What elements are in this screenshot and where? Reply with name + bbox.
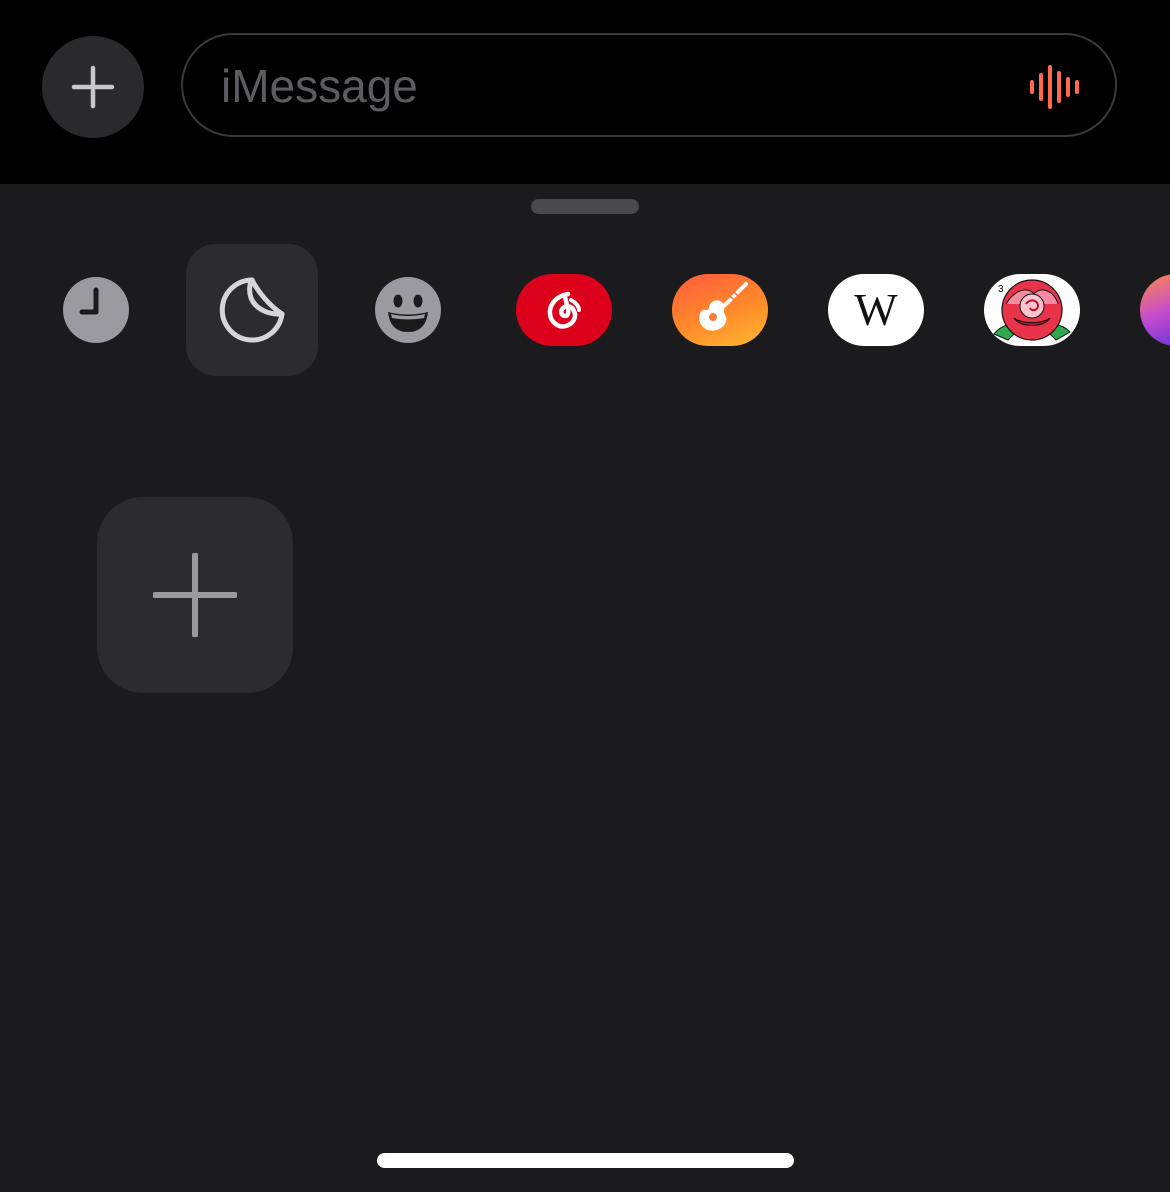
waveform-icon [1030, 65, 1079, 109]
app-color-by-number[interactable]: 3 [984, 244, 1080, 376]
plus-icon [153, 553, 237, 637]
netease-music-icon [516, 274, 612, 346]
wikipedia-icon: W [828, 274, 924, 346]
gradient-app-icon [1140, 274, 1170, 346]
message-field [181, 33, 1117, 137]
clock-icon [63, 277, 129, 343]
color-number-badge: 3 [998, 284, 1004, 295]
dictation-button[interactable] [1027, 63, 1085, 111]
rose-coloring-icon: 3 [984, 274, 1080, 346]
message-input[interactable] [219, 53, 1003, 119]
app-netease-music[interactable] [516, 244, 612, 376]
app-strip: W 3 [0, 244, 1170, 376]
garageband-guitar-icon [672, 274, 768, 346]
add-attachment-button[interactable] [42, 36, 144, 138]
app-stickers[interactable] [186, 244, 318, 376]
app-garageband[interactable] [672, 244, 768, 376]
app-recents[interactable] [48, 244, 144, 376]
smiley-icon [375, 277, 441, 343]
plus-icon [71, 65, 115, 109]
home-indicator [377, 1153, 794, 1168]
app-partial[interactable] [1140, 244, 1170, 376]
composer-bar [0, 0, 1170, 184]
app-wikipedia[interactable]: W [828, 244, 924, 376]
app-drawer: W 3 [0, 184, 1170, 1192]
add-sticker-button[interactable] [97, 497, 293, 693]
sticker-icon [219, 277, 285, 343]
wikipedia-glyph: W [854, 284, 898, 335]
drawer-grabber[interactable] [531, 199, 639, 214]
app-memoji[interactable] [360, 244, 456, 376]
